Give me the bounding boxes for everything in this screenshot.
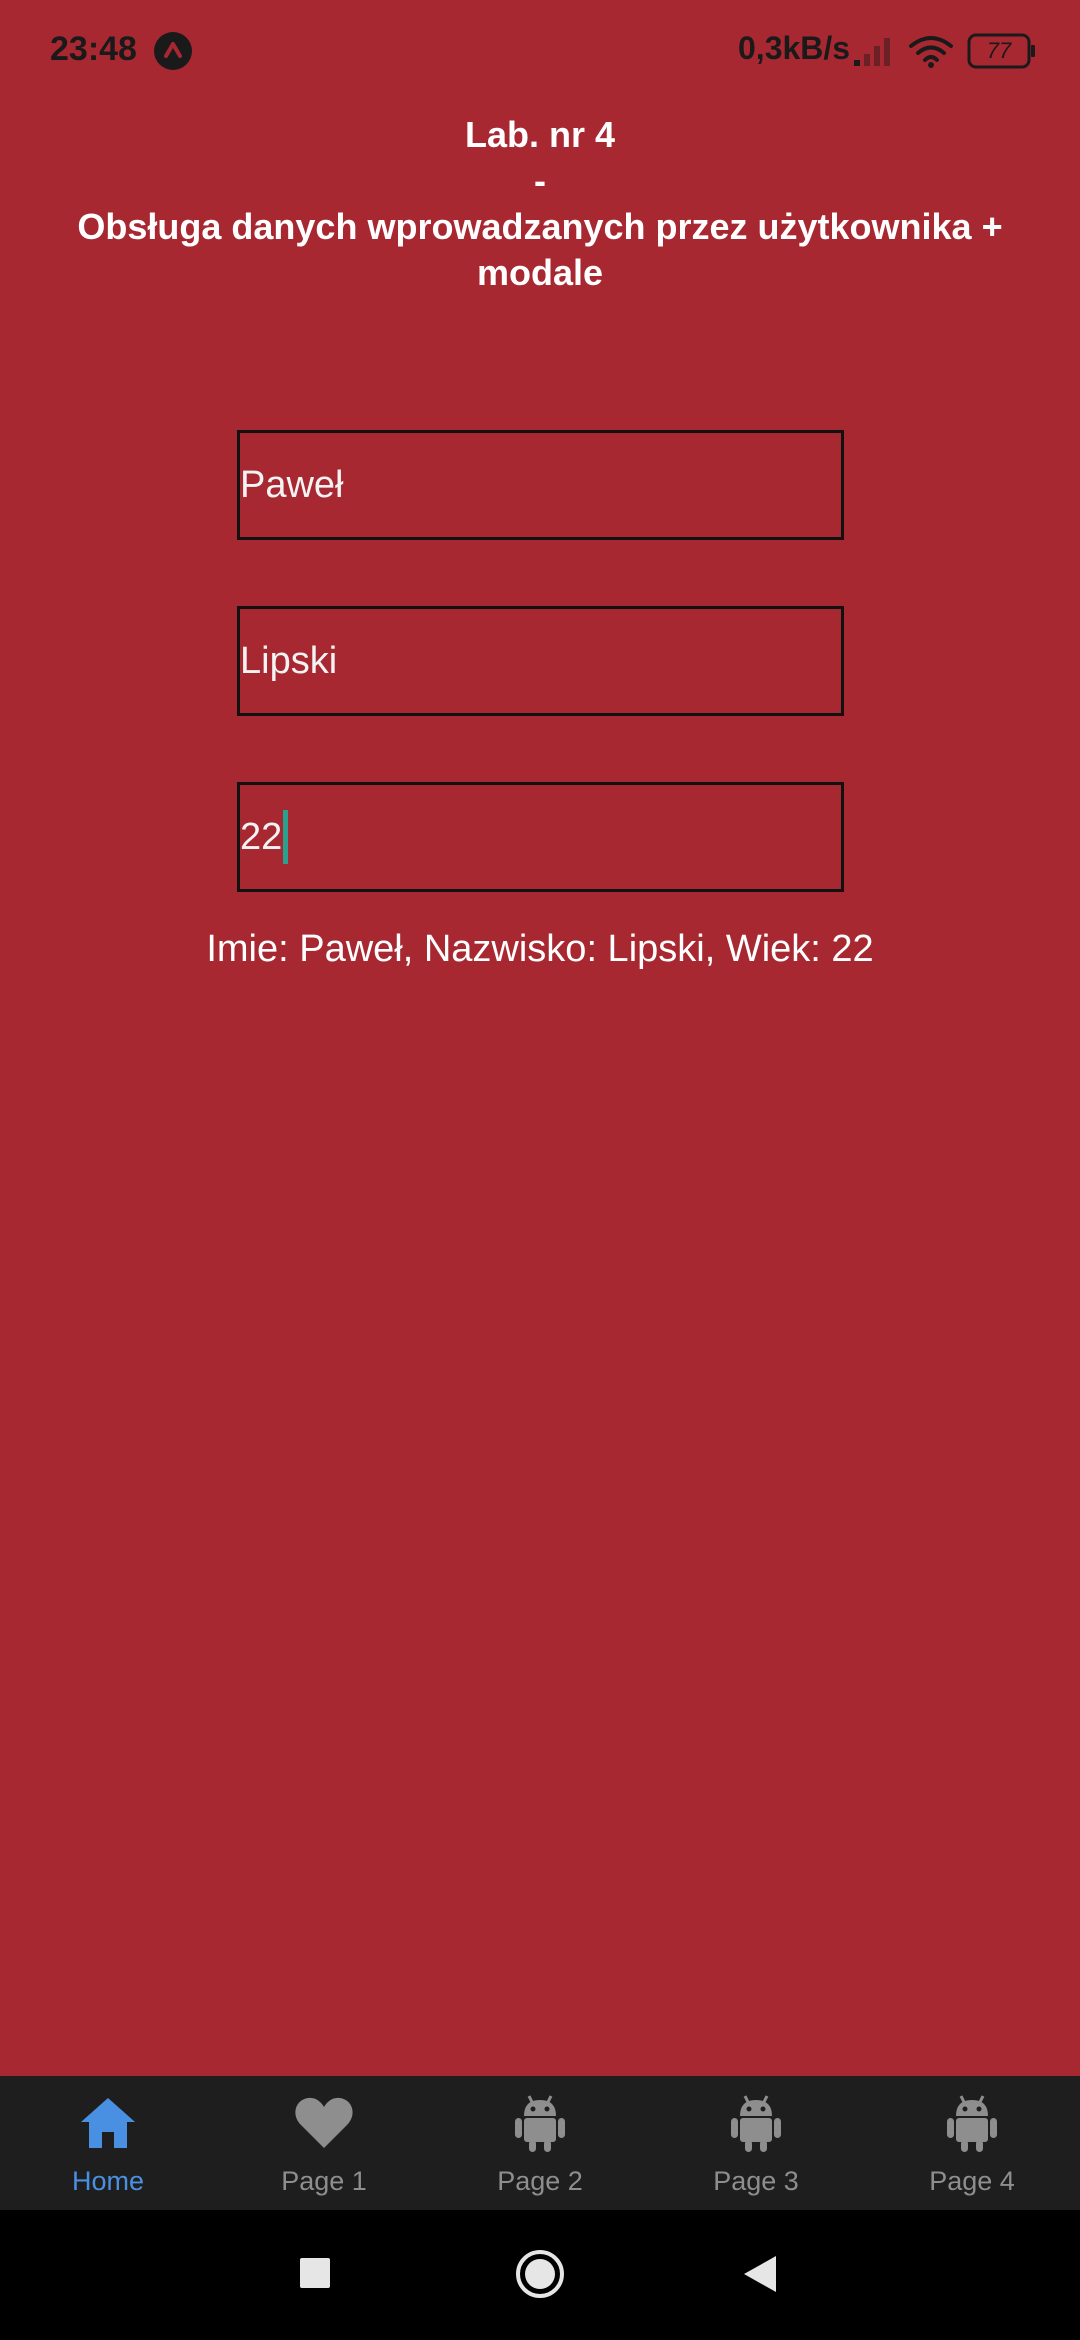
battery-level: 77 [986, 38, 1012, 63]
status-bar: 23:48 0,3kB/s 77 [0, 0, 1080, 100]
bottom-tab-bar: Home Page 1 Page 2 Page 3 Page 4 [0, 2076, 1080, 2210]
last-name-input[interactable]: Lipski [237, 606, 844, 716]
home-icon [81, 2098, 135, 2148]
back-button[interactable] [742, 2254, 778, 2294]
tab-label: Page 2 [497, 2166, 583, 2196]
status-time: 23:48 [50, 30, 137, 68]
app-notification-icon [154, 32, 192, 70]
tab-page-2[interactable]: Page 2 [432, 2076, 648, 2210]
android-icon [731, 2095, 781, 2152]
tab-page-1[interactable]: Page 1 [216, 2076, 432, 2210]
android-icon [947, 2095, 997, 2152]
title-line-3: Obsługa danych wprowadzanych przez użytk… [77, 206, 1003, 293]
tab-home[interactable]: Home [0, 2076, 216, 2210]
tab-page-4[interactable]: Page 4 [864, 2076, 1080, 2210]
signal-icon [852, 34, 896, 73]
page-title: Lab. nr 4 - Obsługa danych wprowadzanych… [0, 112, 1080, 296]
tab-label: Home [71, 2166, 145, 2196]
age-input[interactable]: 22 [237, 782, 844, 892]
first-name-input[interactable]: Paweł [237, 430, 844, 540]
recent-apps-button[interactable] [298, 2256, 332, 2290]
network-speed: 0,3kB/s [738, 30, 851, 66]
heart-icon [295, 2097, 353, 2148]
first-name-value: Paweł [240, 463, 344, 506]
tab-page-3[interactable]: Page 3 [648, 2076, 864, 2210]
tab-label: Page 1 [281, 2166, 367, 2196]
home-button[interactable] [514, 2248, 566, 2300]
title-line-2: - [534, 160, 546, 201]
battery-icon: 77 [966, 32, 1038, 75]
summary-text: Imie: Paweł, Nazwisko: Lipski, Wiek: 22 [206, 928, 874, 970]
title-line-1: Lab. nr 4 [464, 114, 616, 155]
text-cursor [283, 810, 289, 864]
tab-label: Page 4 [929, 2166, 1015, 2196]
last-name-value: Lipski [240, 639, 338, 682]
system-nav-bar [0, 2210, 1080, 2340]
tab-label: Page 3 [713, 2166, 799, 2196]
age-value: 22 [240, 815, 283, 858]
android-icon [515, 2095, 565, 2152]
wifi-icon [908, 34, 954, 73]
